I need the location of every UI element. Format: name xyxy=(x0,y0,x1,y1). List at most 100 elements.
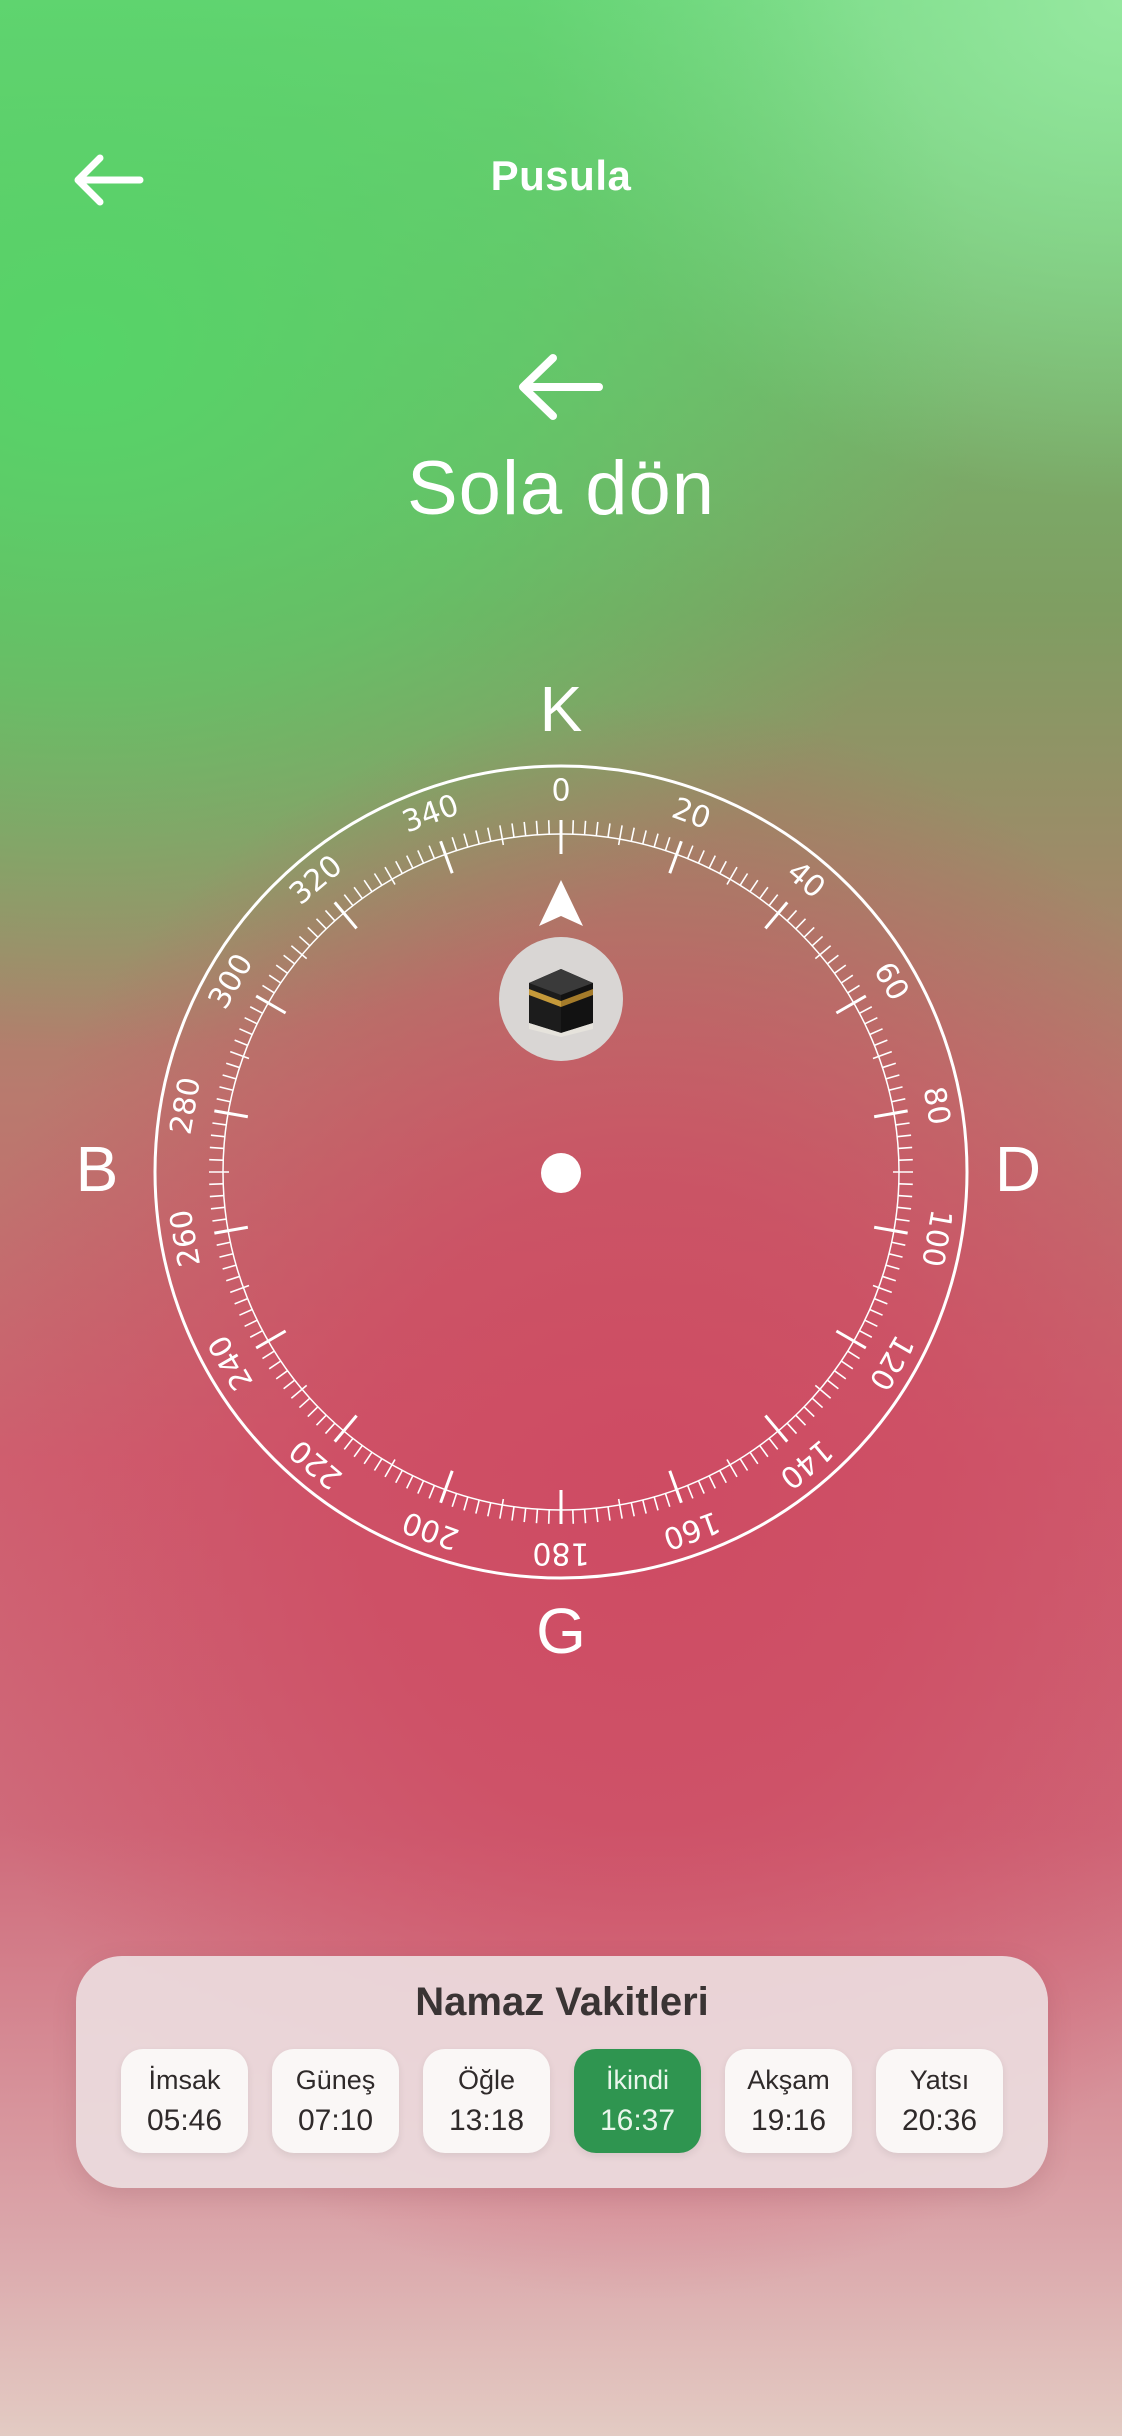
compass-tick xyxy=(595,1508,599,1523)
compass-tick xyxy=(487,827,492,842)
compass-tick xyxy=(244,1319,258,1328)
compass-tick xyxy=(897,1134,912,1138)
page-title: Pusula xyxy=(490,152,632,199)
compass-tick xyxy=(475,830,481,845)
navigation-arrow-icon xyxy=(539,880,583,926)
prayer-time: 07:10 xyxy=(297,2103,374,2137)
compass-tick xyxy=(451,836,458,851)
compass-tick-label: 20 xyxy=(667,791,715,837)
prayer-time: 16:37 xyxy=(599,2103,676,2137)
compass-tick xyxy=(343,894,354,907)
prayer-imsak[interactable]: İmsak 05:46 xyxy=(121,2049,248,2153)
compass-tick xyxy=(668,840,683,874)
compass-tick-label: 120 xyxy=(861,1329,920,1396)
compass-tick xyxy=(668,1470,683,1504)
compass-tick xyxy=(395,860,404,874)
compass-tick xyxy=(463,833,469,848)
kaaba-icon xyxy=(529,969,593,1037)
compass-tick xyxy=(759,1444,769,1458)
compass-tick xyxy=(833,1370,847,1380)
compass-tick xyxy=(686,845,694,859)
compass-tick xyxy=(268,974,282,984)
prayer-yatsi[interactable]: Yatsı 20:36 xyxy=(876,2049,1003,2153)
compass-tick xyxy=(882,1275,897,1282)
prayer-aksam[interactable]: Akşam 19:16 xyxy=(725,2049,852,2153)
compass-tick xyxy=(315,1414,327,1426)
compass-tick xyxy=(324,909,336,922)
prayer-ogle[interactable]: Öğle 13:18 xyxy=(423,2049,550,2153)
compass-tick xyxy=(209,1146,224,1150)
compass-tick xyxy=(630,1502,635,1517)
compass-tick xyxy=(523,1508,527,1523)
compass-tick xyxy=(859,1329,873,1338)
compass-tick xyxy=(869,1028,883,1036)
compass-tick-label: 320 xyxy=(283,848,349,912)
compass-tick xyxy=(859,1006,873,1015)
compass-tick xyxy=(749,1451,759,1465)
compass-tick xyxy=(244,1016,258,1025)
prayer-times-list: İmsak 05:46 Güneş 07:10 Öğle 13:18 İkind… xyxy=(121,2049,1003,2153)
compass-tick-label: 260 xyxy=(164,1207,208,1269)
prayer-gunes[interactable]: Güneş 07:10 xyxy=(272,2049,399,2153)
compass-tick xyxy=(307,1406,319,1418)
compass-tick xyxy=(523,821,527,836)
compass-tick xyxy=(897,1206,912,1210)
compass-tick xyxy=(511,1506,515,1521)
compass-tick xyxy=(891,1098,906,1103)
compass-tick xyxy=(405,855,414,869)
compass-tick xyxy=(229,1284,250,1294)
compass-tick xyxy=(428,845,436,859)
compass-tick xyxy=(803,926,815,938)
compass-tick xyxy=(511,823,515,838)
compass-tick xyxy=(451,1493,458,1508)
compass-tick xyxy=(864,1016,878,1025)
compass-tick xyxy=(607,1506,611,1521)
compass-tick xyxy=(219,1086,234,1092)
compass-tick xyxy=(262,1350,275,1360)
compass-tick xyxy=(535,1509,539,1524)
cardinal-north: K xyxy=(539,673,583,745)
prayer-ikindi-active[interactable]: İkindi 16:37 xyxy=(574,2049,701,2153)
compass-tick xyxy=(882,1062,897,1069)
compass-tick xyxy=(209,1194,224,1198)
compass-tick xyxy=(872,1050,893,1060)
compass-tick xyxy=(219,1252,234,1258)
compass-tick xyxy=(229,1050,250,1060)
compass-tick xyxy=(895,1218,910,1222)
compass-tick xyxy=(718,1470,727,1484)
compass-tick xyxy=(885,1074,900,1080)
compass-tick xyxy=(225,1062,240,1069)
prayer-name: Yatsı xyxy=(909,2064,970,2095)
compass-tick xyxy=(749,879,759,893)
compass-tick xyxy=(283,954,296,965)
compass-tick xyxy=(373,1458,383,1471)
compass-tick xyxy=(212,1218,227,1222)
compass-tick-label: 220 xyxy=(283,1432,349,1496)
compass-tick xyxy=(353,1444,363,1458)
compass-tick xyxy=(234,1039,248,1047)
prayer-name: Öğle xyxy=(457,2064,516,2095)
compass-tick xyxy=(840,1360,854,1370)
compass-tick xyxy=(786,1422,798,1435)
compass-tick xyxy=(697,1480,705,1494)
compass-tick xyxy=(888,1252,903,1258)
compass-tick xyxy=(315,918,327,930)
compass-tick xyxy=(895,1122,910,1126)
compass-tick xyxy=(898,1146,913,1150)
compass-tick xyxy=(373,873,383,886)
compass-tick xyxy=(864,1319,878,1328)
compass-tick xyxy=(826,954,839,965)
compass-tick xyxy=(874,1297,888,1305)
compass-tick xyxy=(307,926,319,938)
compass-tick xyxy=(891,1241,906,1246)
compass-tick xyxy=(759,886,769,900)
compass-tick xyxy=(439,840,454,874)
compass-tick xyxy=(225,1275,240,1282)
prayer-time: 20:36 xyxy=(901,2103,978,2137)
compass-tick xyxy=(686,1485,694,1499)
compass-tick xyxy=(249,1006,263,1015)
compass-tick xyxy=(869,1308,883,1316)
compass-tick xyxy=(487,1502,492,1517)
prayer-name: İmsak xyxy=(148,2064,221,2095)
compass-tick-label: 280 xyxy=(164,1075,208,1137)
